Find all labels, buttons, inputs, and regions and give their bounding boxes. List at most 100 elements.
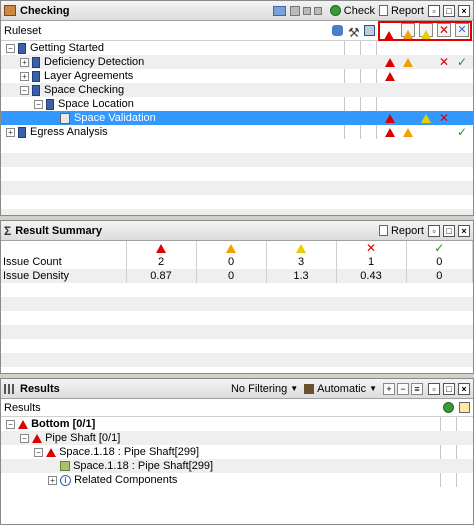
tree-expander[interactable]: + xyxy=(6,127,15,137)
tree-row[interactable]: − Space Location xyxy=(1,97,473,111)
book-icon xyxy=(18,126,26,138)
medium-column-icon xyxy=(266,241,337,255)
tree-row[interactable]: + Deficiency Detection ✕ ✓ xyxy=(1,55,473,69)
calendar-icon[interactable] xyxy=(459,402,470,413)
summary-empty-area xyxy=(1,283,473,373)
results-header: Results xyxy=(4,402,41,414)
failed-column-icon: ✕ xyxy=(336,241,407,255)
wand-icon xyxy=(304,383,315,394)
high-icon xyxy=(403,57,413,67)
critical-column-icon xyxy=(126,241,197,255)
result-row[interactable]: Space.1.18 : Pipe Shaft[299] xyxy=(1,459,473,473)
checking-panel: Checking Check Report ▫ □ × Ruleset ⚒ ✕ … xyxy=(0,0,474,216)
tree-row-label: Getting Started xyxy=(30,42,104,54)
report-icon xyxy=(378,5,388,16)
tree-expander[interactable]: + xyxy=(48,475,57,485)
tree-row-label: Deficiency Detection xyxy=(44,56,145,68)
check-button[interactable]: Check xyxy=(329,5,375,17)
maximize-button[interactable]: □ xyxy=(443,4,455,17)
grid-icon[interactable] xyxy=(289,5,300,16)
summary-row: Issue Density 0.87 0 1.3 0.43 0 xyxy=(1,269,473,283)
high-column-icon xyxy=(196,241,267,255)
summary-maximize-button[interactable]: □ xyxy=(443,224,455,237)
results-tree: − Bottom [0/1] − Pipe Shaft [0/1] − Space.… xyxy=(1,417,473,487)
results-panel: Results No Filtering ▼ Automatic ▼ + − ≡… xyxy=(0,378,474,525)
summary-restore-button[interactable]: ▫ xyxy=(428,224,440,237)
book-icon xyxy=(46,98,54,110)
summary-panel: Σ Result Summary Report ▫ □ × ✕ ✓ Issue … xyxy=(0,220,474,374)
tree-expander[interactable]: − xyxy=(34,447,43,457)
tools-icon[interactable]: ⚒ xyxy=(348,23,360,43)
tree-expander[interactable]: + xyxy=(20,57,29,67)
tree-row[interactable]: + Egress Analysis ✓ xyxy=(1,125,473,139)
checking-column-header: Ruleset ⚒ ✕ ✕ xyxy=(1,21,473,41)
info-icon: i xyxy=(60,474,71,486)
globe-icon[interactable] xyxy=(443,402,454,413)
rule-icon xyxy=(60,112,70,124)
result-row-label: Space.1.18 : Pipe Shaft[299] xyxy=(73,460,214,472)
tree-expander[interactable]: − xyxy=(20,85,29,95)
table-icon[interactable] xyxy=(364,25,375,36)
tree-row-label: Layer Agreements xyxy=(44,70,134,82)
restore-button[interactable]: ▫ xyxy=(428,4,440,17)
paste-icon[interactable] xyxy=(313,6,322,15)
high-icon xyxy=(403,127,413,137)
collapse-all-button[interactable]: − xyxy=(397,382,409,395)
tree-row[interactable]: − Getting Started xyxy=(1,41,473,55)
filter-failed-icon[interactable]: ✕ xyxy=(437,23,451,37)
expand-all-button[interactable]: + xyxy=(383,382,395,395)
summary-row: Issue Count 2 0 3 1 0 xyxy=(1,255,473,269)
checking-empty-area xyxy=(1,139,473,215)
results-titlebar: Results No Filtering ▼ Automatic ▼ + − ≡… xyxy=(1,379,473,399)
tree-expander[interactable]: + xyxy=(20,71,29,81)
report-button[interactable]: Report xyxy=(378,5,424,17)
ok-column-icon: ✓ xyxy=(406,241,473,255)
summary-table: ✕ ✓ Issue Count 2 0 3 1 0 Issue Density … xyxy=(1,241,473,283)
summary-titlebar: Σ Result Summary Report ▫ □ × xyxy=(1,221,473,241)
book-icon xyxy=(32,70,40,82)
book-icon xyxy=(32,56,40,68)
mode-dropdown[interactable]: Automatic ▼ xyxy=(304,383,377,395)
list-view-button[interactable]: ≡ xyxy=(411,382,423,395)
result-row[interactable]: + i Related Components xyxy=(1,473,473,487)
critical-icon xyxy=(32,433,42,443)
globe-icon xyxy=(329,5,341,16)
ok-icon: ✓ xyxy=(456,55,468,69)
book-icon xyxy=(32,84,40,96)
results-title: Results xyxy=(20,382,60,395)
result-row-label: Pipe Shaft [0/1] xyxy=(45,432,121,444)
filter-medium-icon[interactable] xyxy=(419,23,433,39)
people-icon[interactable] xyxy=(332,25,343,36)
filter-ok-icon[interactable]: ✕ xyxy=(455,23,469,37)
tree-row-label: Space Location xyxy=(58,98,134,110)
tree-row[interactable]: + Layer Agreements xyxy=(1,69,473,83)
summary-close-button[interactable]: × xyxy=(458,224,470,237)
filter-high-icon[interactable] xyxy=(401,23,415,39)
tree-expander[interactable]: − xyxy=(6,43,15,53)
tree-expander[interactable]: − xyxy=(20,433,29,443)
results-column-header: Results xyxy=(1,399,473,417)
checking-titlebar: Checking Check Report ▫ □ × xyxy=(1,1,473,21)
tree-row[interactable]: Space Validation ✕ xyxy=(1,111,473,125)
close-button[interactable]: × xyxy=(458,4,470,17)
sigma-icon: Σ xyxy=(4,223,12,238)
tree-expander[interactable]: − xyxy=(6,419,15,429)
folder-icon[interactable] xyxy=(272,5,286,16)
results-maximize-button[interactable]: □ xyxy=(443,382,455,395)
result-row[interactable]: − Pipe Shaft [0/1] xyxy=(1,431,473,445)
ruleset-header: Ruleset xyxy=(4,25,42,37)
critical-icon xyxy=(46,447,56,457)
critical-icon xyxy=(385,113,395,123)
summary-report-button[interactable]: Report xyxy=(378,225,424,237)
results-restore-button[interactable]: ▫ xyxy=(428,382,440,395)
result-row-label: Bottom [0/1] xyxy=(31,418,96,430)
filter-dropdown[interactable]: No Filtering ▼ xyxy=(231,383,298,395)
tree-expander[interactable]: − xyxy=(34,99,43,109)
result-row[interactable]: − Space.1.18 : Pipe Shaft[299] xyxy=(1,445,473,459)
ok-icon: ✓ xyxy=(456,125,468,139)
critical-icon xyxy=(18,419,28,429)
result-row[interactable]: − Bottom [0/1] xyxy=(1,417,473,431)
copy-icon[interactable] xyxy=(302,6,311,15)
tree-row[interactable]: − Space Checking xyxy=(1,83,473,97)
results-close-button[interactable]: × xyxy=(458,382,470,395)
